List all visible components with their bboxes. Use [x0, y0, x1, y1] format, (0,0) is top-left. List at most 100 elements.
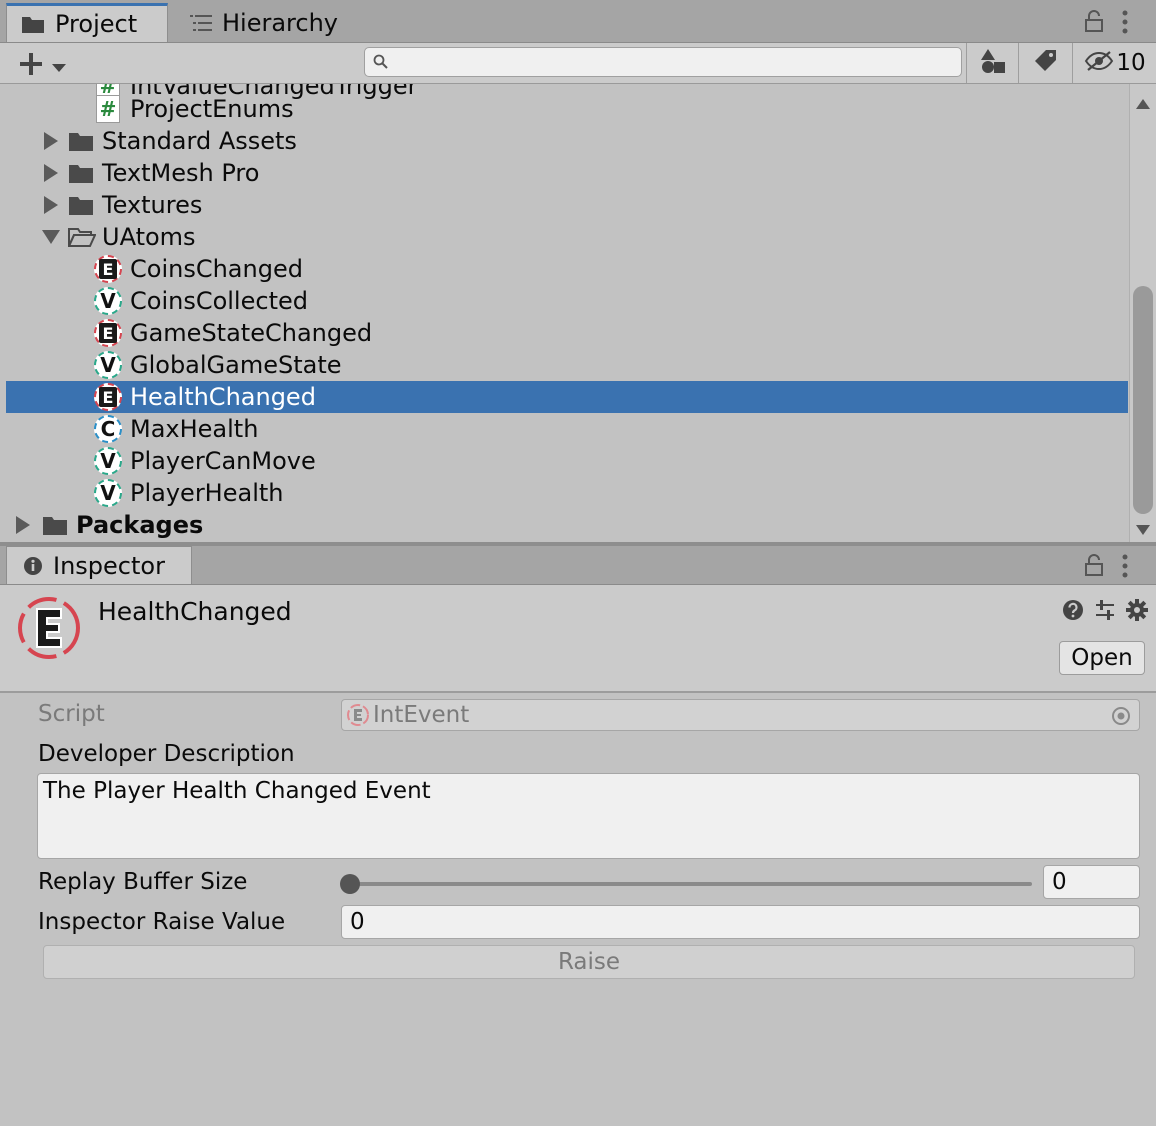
object-picker-icon[interactable] — [1111, 706, 1131, 732]
list-item-label: ProjectEnums — [130, 95, 294, 123]
replay-buffer-label: Replay Buffer Size — [38, 869, 248, 895]
gear-icon[interactable] — [1126, 599, 1148, 625]
replay-buffer-slider[interactable] — [340, 873, 1034, 895]
script-field[interactable]: IntEvent — [341, 699, 1140, 731]
search-by-label-button[interactable] — [1018, 43, 1073, 83]
inspector-tab-bar: Inspector — [0, 546, 1156, 585]
presets-icon[interactable] — [1094, 599, 1116, 625]
project-tab-bar: Project Hierarchy — [0, 0, 1156, 43]
folder-icon — [68, 162, 94, 184]
scroll-thumb[interactable] — [1133, 286, 1153, 514]
variable-icon: V — [94, 479, 122, 507]
variable-icon: V — [94, 351, 122, 379]
expand-arrow-icon[interactable] — [44, 164, 58, 182]
list-item-label: MaxHealth — [130, 415, 259, 443]
lock-icon[interactable] — [1084, 554, 1104, 580]
tab-project-label: Project — [55, 10, 138, 38]
search-icon — [373, 54, 389, 74]
scroll-up-icon[interactable] — [1136, 94, 1150, 113]
list-item-label: HealthChanged — [130, 383, 316, 411]
list-item-selected[interactable]: E HealthChanged — [6, 381, 1128, 413]
create-button[interactable] — [18, 51, 66, 81]
scroll-down-icon[interactable] — [1136, 520, 1150, 539]
asset-title: HealthChanged — [98, 597, 292, 626]
list-item[interactable]: E GameStateChanged — [6, 317, 1128, 349]
slider-handle[interactable] — [340, 874, 360, 894]
list-item-label: CoinsCollected — [130, 287, 308, 315]
folder-row[interactable]: Standard Assets — [6, 125, 1128, 157]
list-item-label: Standard Assets — [102, 127, 297, 155]
list-item[interactable]: C MaxHealth — [6, 413, 1128, 445]
list-item[interactable]: E CoinsChanged — [6, 253, 1128, 285]
folder-icon — [42, 514, 68, 536]
event-icon: E — [94, 319, 122, 347]
variable-icon: V — [94, 447, 122, 475]
hidden-count: 10 — [1116, 50, 1146, 76]
tab-hierarchy-label: Hierarchy — [222, 8, 339, 37]
more-options-icon[interactable] — [1120, 554, 1130, 582]
constant-icon: C — [94, 415, 122, 443]
folder-open-icon — [68, 226, 96, 248]
script-value: IntEvent — [373, 702, 470, 728]
help-icon[interactable] — [1062, 599, 1084, 625]
folder-icon — [68, 194, 94, 216]
tab-inspector[interactable]: Inspector — [6, 546, 192, 584]
list-item-label: PlayerCanMove — [130, 447, 316, 475]
event-icon — [346, 703, 370, 727]
project-toolbar: 10 — [0, 43, 1156, 84]
tag-icon — [1034, 49, 1058, 77]
eye-slash-icon — [1084, 50, 1114, 76]
list-item-label: PlayerHealth — [130, 479, 284, 507]
event-asset-large-icon — [16, 595, 82, 665]
chevron-down-icon — [52, 57, 66, 76]
description-value: The Player Health Changed Event — [43, 778, 431, 804]
plus-icon — [18, 51, 44, 81]
inspector-body: Script IntEvent Developer Description Th… — [0, 693, 1156, 1126]
event-icon: E — [94, 255, 122, 283]
list-item[interactable]: V PlayerHealth — [6, 477, 1128, 509]
raise-value: 0 — [350, 909, 365, 935]
project-tree: # IntValueChangedTrigger # ProjectEnums … — [6, 84, 1128, 542]
tab-project[interactable]: Project — [6, 3, 168, 42]
inspector-header: HealthChanged Open — [0, 585, 1156, 693]
slider-track — [350, 882, 1032, 886]
expand-arrow-icon[interactable] — [44, 132, 58, 150]
raise-value-input[interactable]: 0 — [341, 905, 1140, 939]
description-label: Developer Description — [38, 741, 295, 767]
list-item[interactable]: # ProjectEnums — [6, 93, 1128, 125]
list-item[interactable]: V CoinsCollected — [6, 285, 1128, 317]
folder-row[interactable]: UAtoms — [6, 221, 1128, 253]
raise-button[interactable]: Raise — [43, 945, 1135, 979]
description-textarea[interactable]: The Player Health Changed Event — [37, 773, 1140, 859]
collapse-arrow-icon[interactable] — [42, 230, 60, 244]
tab-hierarchy[interactable]: Hierarchy — [186, 3, 386, 42]
expand-arrow-icon[interactable] — [16, 516, 30, 534]
open-button[interactable]: Open — [1059, 641, 1145, 675]
folder-row[interactable]: Packages — [6, 509, 1128, 541]
list-item-label: TextMesh Pro — [102, 159, 260, 187]
list-item[interactable]: V GlobalGameState — [6, 349, 1128, 381]
project-scrollbar[interactable] — [1129, 84, 1156, 542]
info-icon — [23, 556, 43, 576]
folder-icon — [21, 14, 45, 34]
replay-buffer-input[interactable]: 0 — [1043, 865, 1140, 899]
search-by-type-button[interactable] — [966, 43, 1019, 83]
hierarchy-icon — [190, 14, 212, 32]
search-input[interactable] — [364, 47, 962, 77]
list-item-label: UAtoms — [102, 223, 196, 251]
list-item-label: Packages — [76, 511, 204, 539]
list-item-label: Textures — [102, 191, 203, 219]
folder-row[interactable]: Textures — [6, 189, 1128, 221]
folder-row[interactable]: TextMesh Pro — [6, 157, 1128, 189]
more-options-icon[interactable] — [1120, 10, 1130, 38]
list-item-label: CoinsChanged — [130, 255, 303, 283]
folder-icon — [68, 130, 94, 152]
tab-inspector-label: Inspector — [53, 551, 165, 580]
lock-icon[interactable] — [1084, 10, 1104, 36]
script-label: Script — [38, 701, 105, 727]
raise-value-label: Inspector Raise Value — [38, 909, 286, 935]
list-item[interactable]: V PlayerCanMove — [6, 445, 1128, 477]
expand-arrow-icon[interactable] — [44, 196, 58, 214]
shapes-icon — [980, 48, 1006, 78]
hidden-packages-toggle[interactable]: 10 — [1072, 43, 1156, 83]
